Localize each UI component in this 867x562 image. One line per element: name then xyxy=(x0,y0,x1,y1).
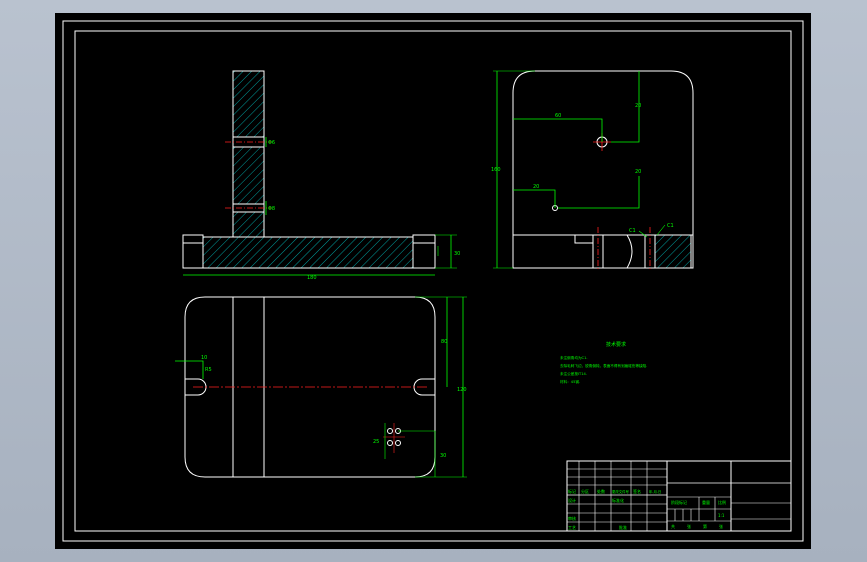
side-detail-break xyxy=(626,234,633,269)
plan-dim-slot-line xyxy=(175,360,204,379)
tb-label-standard: 标准化 xyxy=(612,497,624,503)
tb-label-stage: 阶段标记 xyxy=(671,499,687,505)
tb-label-weight: 重量 xyxy=(702,499,710,505)
outer-sheet-border xyxy=(62,20,804,542)
tb-label-review: 审核 xyxy=(568,515,576,521)
title-block-frame xyxy=(566,460,792,532)
tb-sheet-unit-1: 张 xyxy=(687,523,691,529)
front-dim-base-h: 30 xyxy=(454,251,460,257)
tb-label-design: 设计 xyxy=(568,497,576,503)
plan-dim-upper: 80 xyxy=(441,339,447,345)
front-dim-hole2: Φ8 xyxy=(268,206,275,212)
side-dim-low-x: 20 xyxy=(533,184,539,190)
side-dim-hole-y: 20 xyxy=(635,103,641,109)
tb-scale-value: 1:1 xyxy=(718,513,725,518)
side-dim-right-line xyxy=(558,176,640,209)
side-dim-hole-x: 60 xyxy=(555,113,561,119)
plan-dim-height: 120 xyxy=(457,387,467,393)
tb-label-count: 处数 xyxy=(597,488,605,494)
plan-hole-1 xyxy=(387,428,393,434)
tb-label-change: 更改文件号 xyxy=(612,489,630,494)
notes-line-4: 材料：45钢. xyxy=(560,379,580,384)
side-dim-low-line xyxy=(513,189,556,208)
side-detail-label-2: C1 xyxy=(667,223,674,229)
tb-label-scale: 比例 xyxy=(718,499,726,505)
side-view[interactable]: 160 60 20 20 20 C1 C1 xyxy=(491,70,694,271)
notes-title: 技术要求 xyxy=(606,341,626,348)
plan-dim-holes-x-line xyxy=(398,430,436,477)
plan-dim-holes-x: 30 xyxy=(440,453,446,459)
notes-line-1: 未注倒角均为C1. xyxy=(560,355,588,360)
title-block[interactable]: 标记 处数 分区 更改文件号 签名 年.月.日 设计 标准化 审核 工艺 批准 … xyxy=(566,460,792,532)
plan-hole-4 xyxy=(395,440,401,446)
tb-label-process: 工艺 xyxy=(568,525,576,530)
plan-dim-slot-w: 10 xyxy=(201,355,207,361)
side-slot xyxy=(574,235,594,244)
technical-notes: 技术要求 未注倒角均为C1. 去除毛刺飞边，锐角倒钝，表面不得有划痕碰伤等缺陷.… xyxy=(560,341,647,384)
plan-view[interactable]: 120 80 10 R5 30 25 xyxy=(175,296,467,478)
tb-label-approve: 批准 xyxy=(619,524,627,530)
tb-sheet-unit-2: 张 xyxy=(719,523,723,529)
tb-label-sign: 签名 xyxy=(633,488,641,494)
side-detail-label-1: C1 xyxy=(629,228,636,234)
cad-drawing-canvas[interactable]: Φ6 Φ8 180 30 160 60 20 20 20 C1 C1 120 8… xyxy=(55,13,811,549)
side-dim-height: 160 xyxy=(491,167,501,173)
front-section-view[interactable]: Φ6 Φ8 180 30 xyxy=(182,70,460,281)
tb-label-date: 年.月.日 xyxy=(649,489,661,494)
inner-sheet-border xyxy=(74,30,792,532)
tb-label-mark: 标记 xyxy=(568,488,576,494)
side-detail-leader-1 xyxy=(638,230,648,238)
side-dim-right: 20 xyxy=(635,169,641,175)
plan-hole-3 xyxy=(387,440,393,446)
tb-sheet-total: 共 xyxy=(671,523,675,529)
side-dim-hole-x-line xyxy=(513,118,603,142)
plan-dim-holes-y: 25 xyxy=(373,439,379,445)
front-dim-width: 180 xyxy=(307,275,317,281)
tb-label-zone: 分区 xyxy=(581,488,589,494)
notes-line-3: 未注公差按IT14. xyxy=(560,371,587,376)
plan-dim-slot-r: R5 xyxy=(205,367,212,373)
tb-sheet-no: 第 xyxy=(703,523,707,529)
front-base xyxy=(202,236,414,269)
side-detail-section xyxy=(654,234,692,269)
drawing-viewport[interactable]: Φ6 Φ8 180 30 160 60 20 20 20 C1 C1 120 8… xyxy=(55,13,811,549)
front-dim-hole1: Φ6 xyxy=(268,140,275,146)
notes-line-2: 去除毛刺飞边，锐角倒钝，表面不得有划痕碰伤等缺陷. xyxy=(560,363,647,368)
side-detail-leader-2 xyxy=(656,224,666,236)
